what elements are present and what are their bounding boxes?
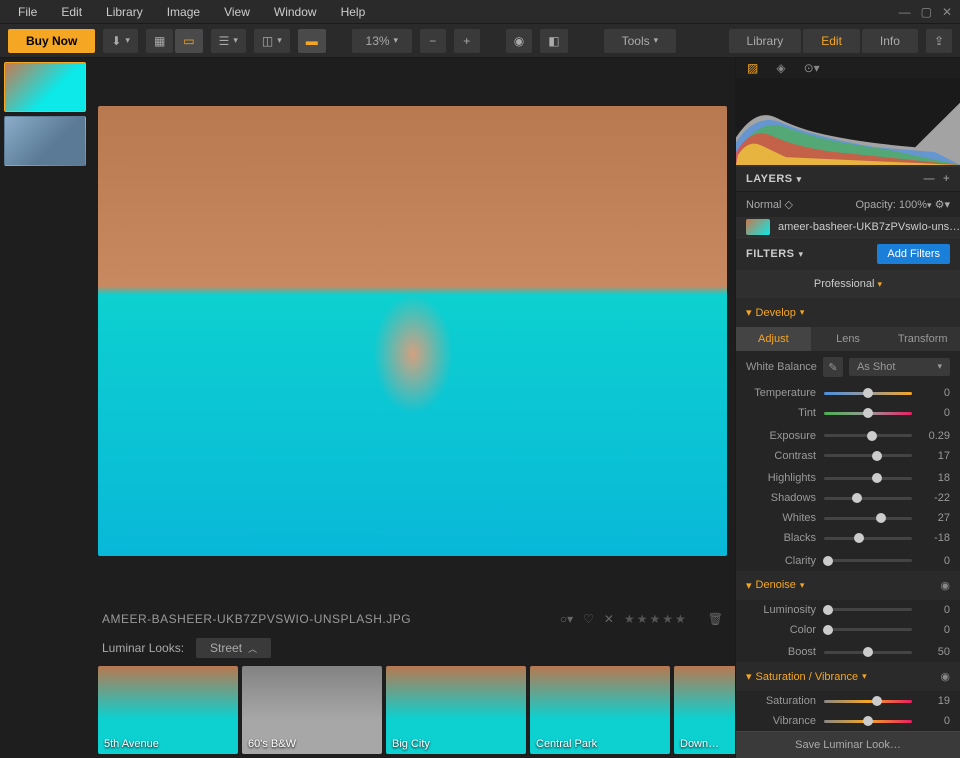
favorite-icon[interactable]: ♡ [583, 612, 594, 626]
layer-thumb-icon [746, 219, 770, 235]
zoom-display[interactable]: 13% ▾ [352, 29, 412, 53]
compare-button[interactable]: ◧ [540, 29, 567, 53]
look-item[interactable]: 5th Avenue [98, 666, 238, 754]
develop-tab-adjust[interactable]: Adjust [736, 327, 811, 351]
histogram-image-icon[interactable]: ▨ [744, 58, 761, 78]
tab-info[interactable]: Info [862, 29, 918, 53]
maximize-icon[interactable]: ▢ [921, 5, 932, 19]
panels-button[interactable]: ◫ ▾ [254, 29, 290, 53]
align-button[interactable]: ☰ ▾ [211, 29, 246, 53]
exposure-slider[interactable] [824, 434, 912, 437]
boost-slider[interactable] [824, 651, 912, 654]
filters-panel-header: FILTERS▾ Add Filters [736, 237, 960, 270]
filename-label: AMEER-BASHEER-UKB7ZPVSWIO-UNSPLASH.JPG [102, 612, 411, 626]
eyedropper-icon[interactable]: ✎ [823, 357, 843, 377]
tab-edit[interactable]: Edit [803, 29, 860, 53]
layers-collapse-icon[interactable]: — [924, 173, 936, 185]
vibrance-slider[interactable] [824, 720, 912, 723]
denoise-section-header[interactable]: ▾Denoise ▾ ◉ [736, 571, 960, 600]
toolbar: Buy Now ⬇ ▾ ▦ ▭ ☰ ▾ ◫ ▾ ▬ 13% ▾ − + ◉ ◧ … [0, 24, 960, 58]
develop-tab-lens[interactable]: Lens [811, 327, 886, 351]
tab-library[interactable]: Library [729, 29, 802, 53]
look-item[interactable]: Central Park [530, 666, 670, 754]
color-label-icon[interactable]: ○▾ [560, 612, 573, 626]
look-item[interactable]: Down… [674, 666, 735, 754]
saturation-visibility-icon[interactable]: ◉ [940, 670, 950, 683]
zoom-in-button[interactable]: + [454, 29, 480, 53]
look-item[interactable]: Big City [386, 666, 526, 754]
tint-slider[interactable] [824, 412, 912, 415]
zoom-out-button[interactable]: − [420, 29, 446, 53]
blacks-slider[interactable] [824, 537, 912, 540]
saturation-slider[interactable] [824, 700, 912, 703]
save-look-button[interactable]: Save Luminar Look… [736, 731, 960, 758]
looks-label: Luminar Looks: [102, 641, 184, 655]
add-filters-button[interactable]: Add Filters [877, 244, 950, 264]
menu-image[interactable]: Image [157, 2, 210, 22]
clarity-slider[interactable] [824, 559, 912, 562]
layer-name-label: ameer-basheer-UKB7zPVswIo-uns… [778, 221, 960, 233]
preset-dropdown[interactable]: Professional ▾ [736, 270, 960, 298]
menubar: File Edit Library Image View Window Help… [0, 0, 960, 24]
histogram-timer-icon[interactable]: ⊙▾ [801, 58, 823, 78]
histogram-layers-icon[interactable]: ◈ [773, 58, 788, 78]
denoise-visibility-icon[interactable]: ◉ [940, 579, 950, 592]
reject-icon[interactable]: ✕ [604, 612, 614, 626]
whites-slider[interactable] [824, 517, 912, 520]
saturation-section-header[interactable]: ▾Saturation / Vibrance ▾ ◉ [736, 662, 960, 691]
menu-library[interactable]: Library [96, 2, 153, 22]
meta-bar: AMEER-BASHEER-UKB7ZPVSWIO-UNSPLASH.JPG ○… [90, 604, 735, 634]
contrast-slider[interactable] [824, 454, 912, 457]
menu-view[interactable]: View [214, 2, 260, 22]
view-grid-button[interactable]: ▦ [146, 29, 173, 53]
filmstrip-thumb[interactable] [4, 62, 86, 112]
menu-file[interactable]: File [8, 2, 47, 22]
layers-panel-header[interactable]: LAYERS▾ — + [736, 166, 960, 192]
look-item[interactable]: 60's B&W [242, 666, 382, 754]
looks-category-dropdown[interactable]: Street ︿ [196, 638, 271, 658]
shadows-slider[interactable] [824, 497, 912, 500]
preview-button[interactable]: ◉ [506, 29, 532, 53]
export-button[interactable]: ⬇ ▾ [103, 29, 138, 53]
trash-icon[interactable]: 🗑 [708, 612, 723, 626]
add-layer-icon[interactable]: + [943, 173, 950, 185]
menu-help[interactable]: Help [331, 2, 376, 22]
minimize-icon[interactable]: — [899, 5, 911, 19]
buy-now-button[interactable]: Buy Now [8, 29, 95, 53]
opacity-value[interactable]: 100% [899, 199, 927, 211]
canvas-image [98, 106, 727, 556]
rating-stars[interactable]: ★★★★★ [624, 612, 688, 626]
develop-section-header[interactable]: ▾Develop ▾ [736, 298, 960, 327]
white-balance-dropdown[interactable]: As Shot▾ [849, 358, 950, 376]
develop-tab-transform[interactable]: Transform [885, 327, 960, 351]
filmstrip-toggle-button[interactable]: ▬ [298, 29, 326, 53]
canvas[interactable] [90, 58, 735, 604]
blend-mode-dropdown[interactable]: Normal ◇ [746, 198, 793, 211]
filmstrip [0, 58, 90, 758]
share-button[interactable]: ⇪ [926, 29, 952, 53]
white-balance-label: White Balance [746, 361, 817, 373]
tools-button[interactable]: Tools ▾ [604, 29, 677, 53]
right-panel: ▨ ◈ ⊙▾ LAYERS▾ — + Normal ◇ Opacity: 100… [735, 58, 960, 758]
denoise-color-slider[interactable] [824, 628, 912, 631]
view-single-button[interactable]: ▭ [175, 29, 202, 53]
menu-window[interactable]: Window [264, 2, 327, 22]
looks-strip: 5th Avenue 60's B&W Big City Central Par… [90, 662, 735, 758]
close-icon[interactable]: ✕ [942, 5, 952, 19]
luminosity-slider[interactable] [824, 608, 912, 611]
layer-settings-icon[interactable]: ⚙▾ [935, 199, 950, 211]
layer-item[interactable]: ameer-basheer-UKB7zPVswIo-uns… [736, 217, 960, 237]
histogram [736, 78, 960, 166]
filmstrip-thumb[interactable] [4, 116, 86, 166]
menu-edit[interactable]: Edit [51, 2, 92, 22]
highlights-slider[interactable] [824, 477, 912, 480]
temperature-slider[interactable] [824, 392, 912, 395]
